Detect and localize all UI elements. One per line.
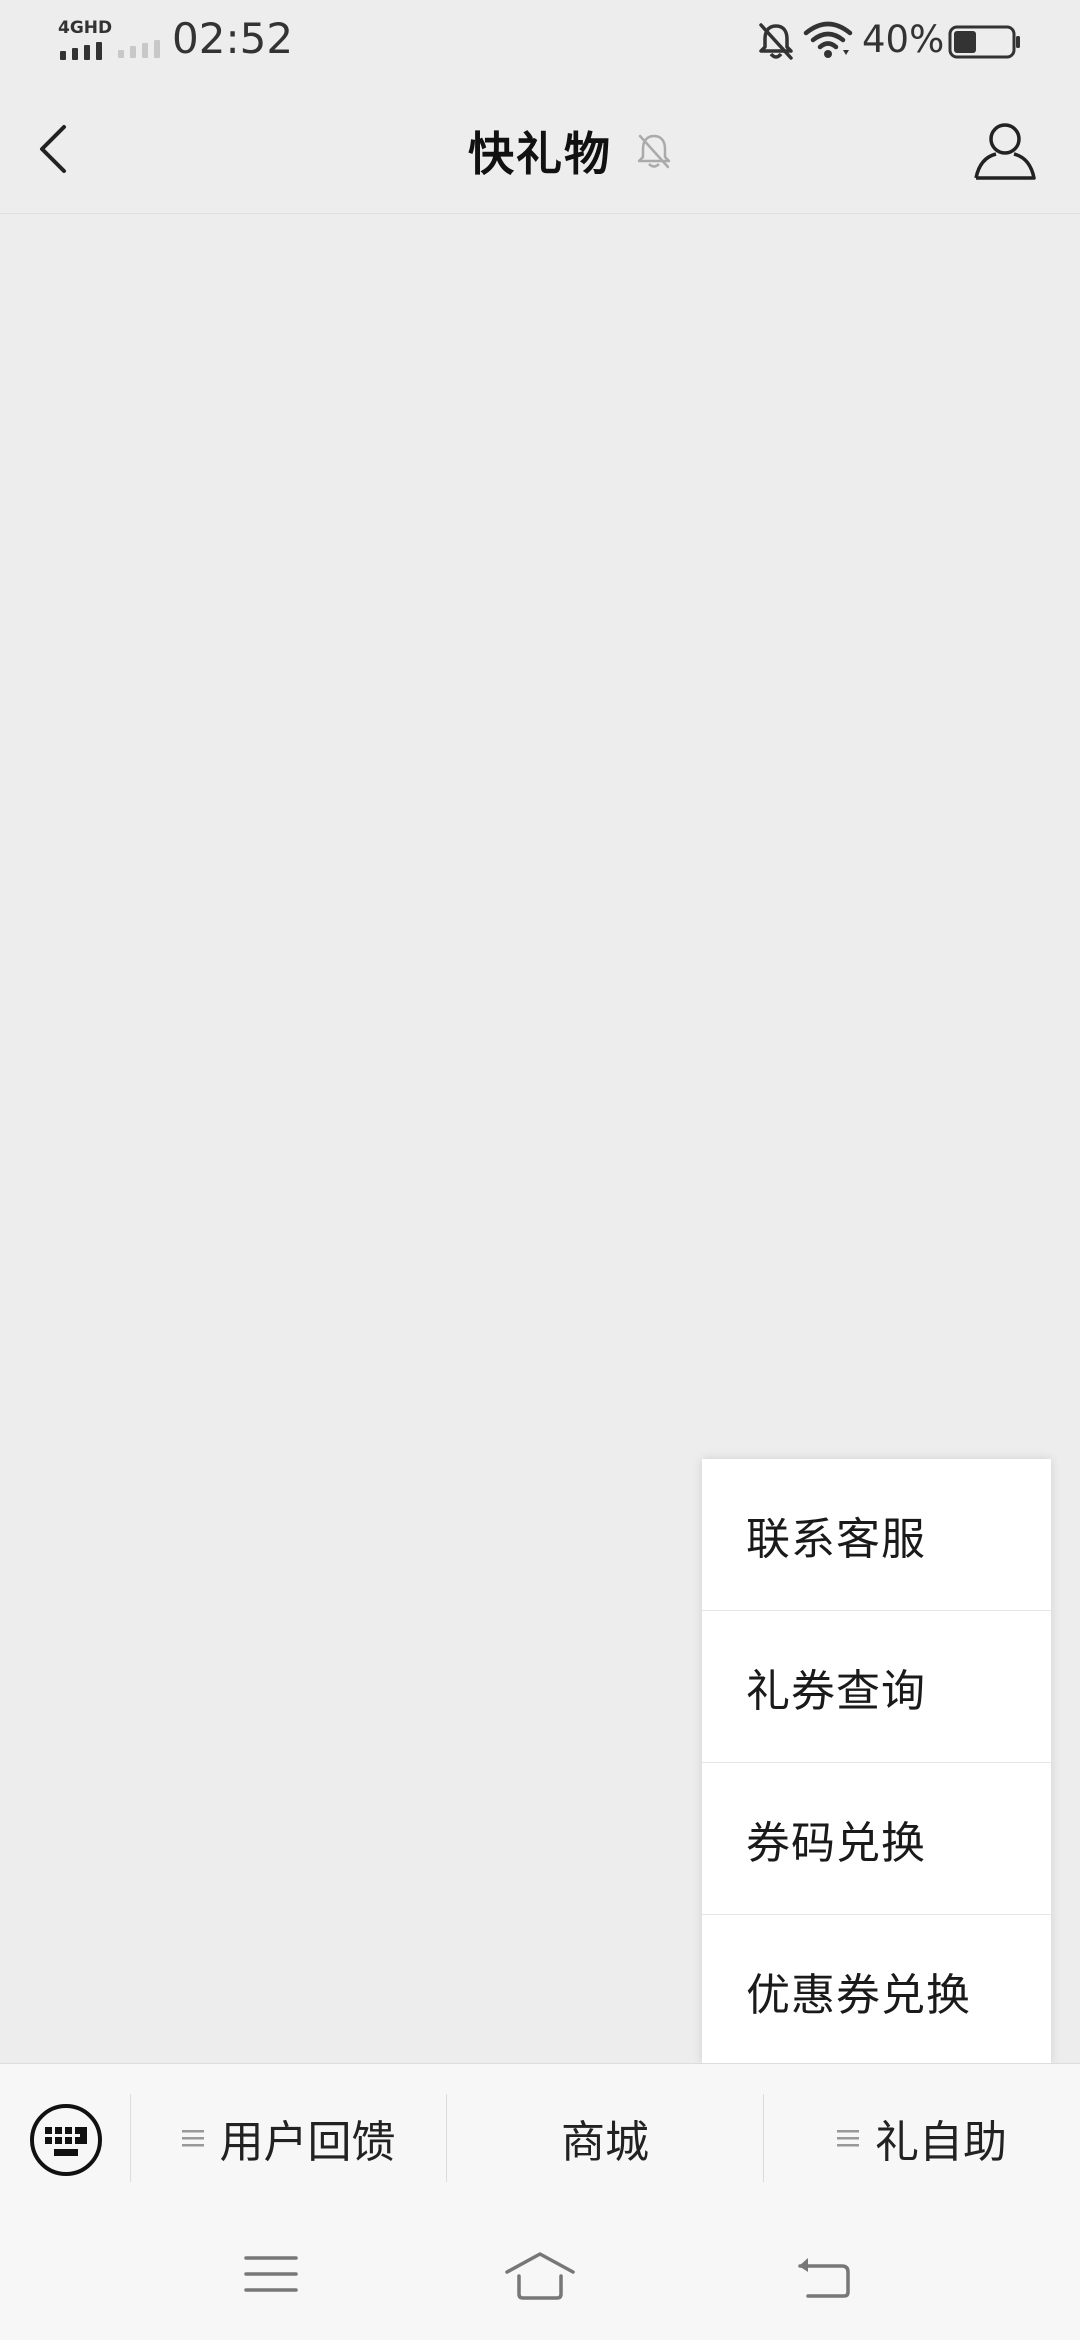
menu-item-label: 礼券查询 bbox=[746, 1665, 926, 1717]
system-nav-bar bbox=[0, 2218, 1080, 2340]
menu-item-label: 联系客服 bbox=[746, 1513, 926, 1565]
back-return-icon[interactable] bbox=[790, 2248, 860, 2304]
network-label: 4GHD bbox=[58, 18, 113, 38]
menu-tab-label: 礼自助 bbox=[875, 2117, 1007, 2168]
cell-signal-secondary-icon bbox=[118, 38, 162, 58]
menu-item-label: 优惠券兑换 bbox=[746, 1969, 971, 2021]
person-icon[interactable] bbox=[970, 118, 1040, 184]
menu-item-contact-service[interactable]: 联系客服 bbox=[702, 1459, 1051, 1610]
mute-bell-icon bbox=[637, 134, 671, 169]
menu-tab-label: 商城 bbox=[561, 2117, 649, 2168]
menu-tab-mall[interactable]: 商城 bbox=[447, 2094, 763, 2182]
list-icon bbox=[181, 2130, 204, 2147]
wifi-icon bbox=[803, 21, 853, 58]
status-time: 02:52 bbox=[172, 14, 294, 63]
page-title: 快礼物 bbox=[468, 127, 612, 181]
status-bar: 4GHD 02:52 40% bbox=[0, 0, 1080, 84]
menu-tab-gift-self-service[interactable]: 礼自助 bbox=[764, 2094, 1080, 2182]
keyboard-icon[interactable] bbox=[28, 2102, 104, 2178]
title-bar: 快礼物 bbox=[0, 84, 1080, 214]
custom-menu-bar: 用户回馈 商城 礼自助 bbox=[0, 2063, 1080, 2218]
menu-tab-user-feedback[interactable]: 用户回馈 bbox=[131, 2094, 446, 2182]
menu-item-discount-redeem[interactable]: 优惠券兑换 bbox=[702, 1915, 1051, 2066]
bell-off-icon bbox=[759, 23, 793, 60]
home-icon[interactable] bbox=[505, 2248, 575, 2304]
battery-percent: 40% bbox=[862, 18, 945, 61]
menu-item-coupon-query[interactable]: 礼券查询 bbox=[702, 1611, 1051, 1762]
menu-lines-icon[interactable] bbox=[236, 2248, 306, 2304]
submenu-popup: 联系客服 礼券查询 券码兑换 优惠券兑换 bbox=[702, 1459, 1051, 2064]
menu-tab-label: 用户回馈 bbox=[219, 2117, 396, 2168]
battery-icon bbox=[948, 25, 1020, 59]
page-title-row: 快礼物 bbox=[0, 118, 1080, 184]
menu-item-code-redeem[interactable]: 券码兑换 bbox=[702, 1763, 1051, 1914]
cell-signal-icon: 4GHD bbox=[58, 18, 112, 60]
menu-item-label: 券码兑换 bbox=[746, 1817, 926, 1869]
list-icon bbox=[837, 2130, 859, 2147]
chat-screen: 4GHD 02:52 40% 快礼物 联系客服 礼券查询 券码兑换 优惠券兑换 … bbox=[0, 0, 1080, 2340]
